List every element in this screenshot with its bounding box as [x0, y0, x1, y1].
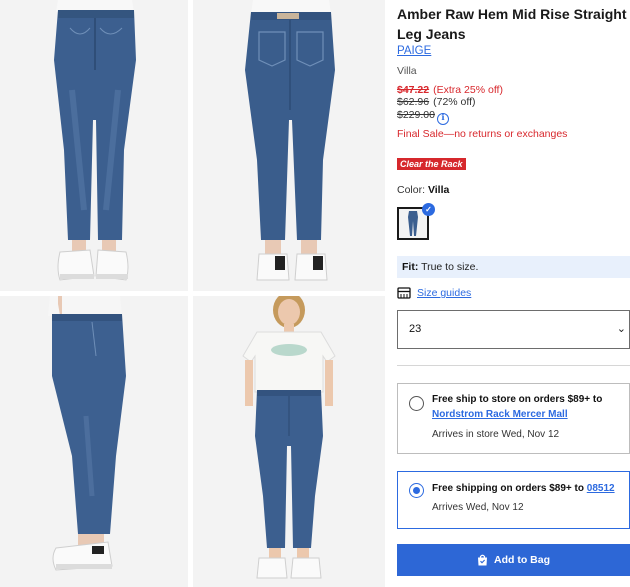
ruler-card-icon — [397, 287, 411, 299]
fit-value: True to size. — [421, 261, 479, 273]
product-photo-model[interactable] — [193, 296, 385, 587]
color-label: Color: Villa — [397, 184, 449, 196]
size-select[interactable]: 23 ⌄ — [397, 310, 630, 349]
ship-to-home-radio[interactable] — [409, 483, 424, 498]
jeans-front-image — [0, 0, 188, 291]
ship-to-home-option[interactable]: Free shipping on orders $89+ to 08512 Ar… — [397, 471, 630, 529]
product-gallery — [0, 0, 385, 587]
shopping-bag-icon — [478, 554, 487, 566]
color-label-text: Color: — [397, 184, 426, 196]
zip-code-link[interactable]: 08512 — [587, 483, 615, 494]
sale-price: $47.22 — [397, 84, 430, 96]
info-icon[interactable]: i — [436, 113, 449, 125]
add-to-bag-label: Add to Bag — [494, 554, 550, 566]
store-arrival: Arrives in store Wed, Nov 12 — [432, 429, 560, 440]
original-price: $229.00 — [397, 109, 435, 121]
compare-price-line: $62.96 (72% off) — [397, 96, 476, 109]
final-sale-note: Final Sale—no returns or exchanges — [397, 128, 568, 140]
model-outfit-image — [193, 296, 385, 587]
store-link[interactable]: Nordstrom Rack Mercer Mall — [432, 407, 568, 422]
percent-off: (72% off) — [433, 96, 476, 108]
ship-to-home-line: Free shipping on orders $89+ to — [432, 483, 584, 494]
ship-to-home-text: Free shipping on orders $89+ to 08512 — [432, 481, 615, 496]
product-photo-side[interactable] — [0, 296, 188, 587]
size-guides-link[interactable]: Size guides — [397, 285, 471, 301]
original-price-line: $229.00 i — [397, 109, 449, 125]
ship-to-store-radio[interactable] — [409, 396, 424, 411]
jeans-back-image — [193, 0, 385, 291]
clear-the-rack-badge: Clear the Rack — [397, 158, 466, 170]
extra-discount: (Extra 25% off) — [433, 84, 503, 96]
fit-label: Fit: — [402, 261, 419, 273]
chevron-down-icon: ⌄ — [616, 323, 626, 335]
fit-info: Fit: True to size. — [397, 256, 630, 278]
add-to-bag-button[interactable]: Add to Bag — [397, 544, 630, 576]
size-guides-label[interactable]: Size guides — [417, 287, 471, 299]
ship-to-store-option[interactable]: Free ship to store on orders $89+ to Nor… — [397, 383, 630, 454]
selected-size: 23 — [409, 323, 422, 335]
check-icon: ✓ — [422, 203, 435, 216]
product-photo-back[interactable] — [193, 0, 385, 291]
home-arrival: Arrives Wed, Nov 12 — [432, 502, 524, 513]
jeans-side-image — [0, 296, 188, 587]
variant-name: Villa — [397, 65, 417, 77]
product-title: Amber Raw Hem Mid Rise Straight Leg Jean… — [397, 6, 627, 42]
product-details: Amber Raw Hem Mid Rise Straight Leg Jean… — [397, 0, 630, 587]
brand-link[interactable]: PAIGE — [397, 45, 431, 57]
ship-to-store-text: Free ship to store on orders $89+ to — [432, 394, 603, 405]
selected-color: Villa — [427, 184, 450, 196]
compare-price: $62.96 — [397, 96, 430, 108]
divider — [397, 365, 630, 366]
product-photo-front[interactable] — [0, 0, 188, 291]
